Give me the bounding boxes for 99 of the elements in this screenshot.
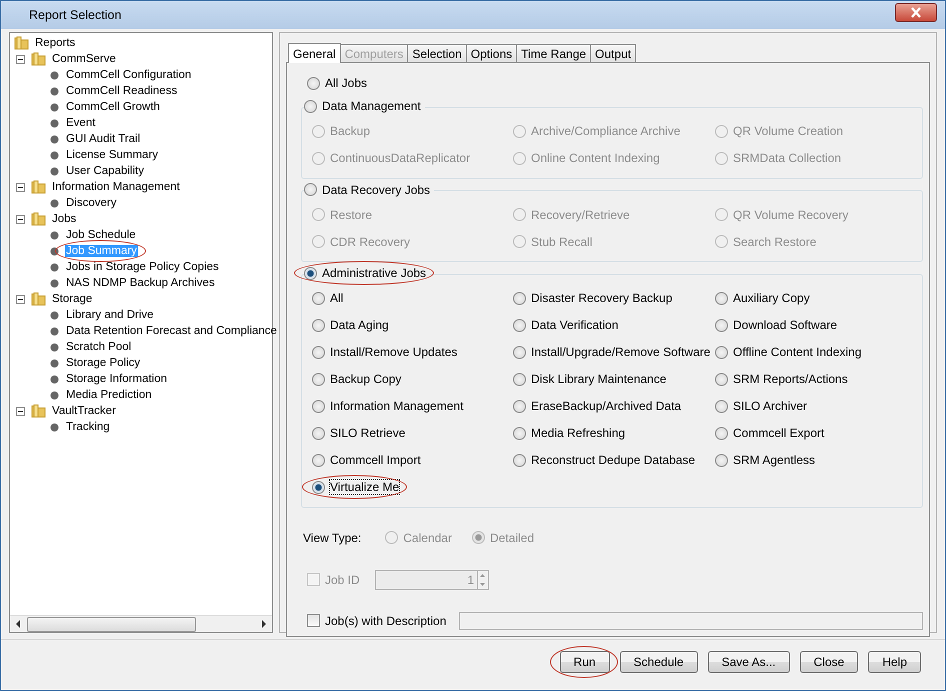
collapse-icon[interactable] — [16, 406, 25, 416]
description-field[interactable] — [459, 612, 923, 630]
collapse-icon[interactable] — [16, 214, 25, 224]
tab[interactable]: General — [288, 43, 341, 63]
tree-item[interactable]: Media Prediction — [65, 389, 153, 401]
report-bullet-icon — [50, 342, 59, 352]
radio-option[interactable]: All Jobs — [307, 76, 368, 90]
radio-option[interactable]: Download Software — [715, 318, 838, 332]
radio-option[interactable]: Data Verification — [513, 318, 618, 332]
tree-item[interactable]: GUI Audit Trail — [65, 133, 142, 145]
folder-icon — [31, 211, 47, 227]
radio-option[interactable]: Information Management — [312, 399, 464, 413]
report-bullet-icon — [50, 326, 59, 336]
dialog-button[interactable]: Run — [560, 651, 610, 673]
report-bullet-icon — [50, 422, 59, 432]
radio-option[interactable]: Install/Remove Updates — [312, 345, 458, 359]
tree-item[interactable]: Data Retention Forecast and Compliance — [65, 325, 278, 337]
annotation-ellipse — [550, 646, 618, 678]
report-bullet-icon — [50, 262, 59, 272]
folder-icon — [31, 291, 47, 307]
tree-item[interactable]: Scratch Pool — [65, 341, 132, 353]
report-bullet-icon — [50, 358, 59, 368]
radio-option[interactable]: Commcell Export — [715, 426, 824, 440]
radio-option[interactable]: Offline Content Indexing — [715, 345, 862, 359]
tree-node[interactable]: Information Management — [51, 181, 181, 193]
tree-item[interactable]: User Capability — [65, 165, 145, 177]
report-bullet-icon — [50, 166, 59, 176]
report-bullet-icon — [50, 70, 59, 80]
tree-node[interactable]: VaultTracker — [51, 405, 117, 417]
dialog-button[interactable]: Help — [868, 651, 921, 673]
tree-node[interactable]: Jobs — [51, 213, 78, 225]
dialog-button[interactable]: Close — [800, 651, 858, 673]
radio-option[interactable]: Disk Library Maintenance — [513, 372, 666, 386]
tree-item[interactable]: License Summary — [65, 149, 160, 161]
tab[interactable]: Time Range — [516, 44, 592, 62]
tree-node[interactable]: CommServe — [51, 53, 117, 65]
tree-item[interactable]: CommCell Configuration — [65, 69, 192, 81]
report-bullet-icon — [50, 246, 59, 256]
report-bullet-icon — [50, 150, 59, 160]
report-bullet-icon — [50, 134, 59, 144]
tree-item[interactable]: Tracking — [65, 421, 111, 433]
tab[interactable]: Selection — [407, 44, 467, 62]
window-title: Report Selection — [29, 8, 122, 22]
radio-option[interactable]: Disaster Recovery Backup — [513, 291, 672, 305]
checkbox-option[interactable]: Job(s) with Description — [307, 614, 459, 628]
horizontal-scrollbar[interactable] — [10, 615, 272, 632]
radio-option[interactable]: Backup Copy — [312, 372, 402, 386]
tree-item[interactable]: Library and Drive — [65, 309, 155, 321]
radio-option[interactable]: Reconstruct Dedupe Database — [513, 453, 696, 467]
radio-option[interactable]: Commcell Import — [312, 453, 421, 467]
tab[interactable]: Options — [466, 44, 518, 62]
report-bullet-icon — [50, 198, 59, 208]
radio-option[interactable]: Media Refreshing — [513, 426, 626, 440]
tree-node[interactable]: Reports — [34, 37, 76, 49]
radio-option[interactable]: SILO Archiver — [715, 399, 808, 413]
dialog-button[interactable]: Schedule — [620, 651, 698, 673]
radio-option[interactable]: SRM Agentless — [715, 453, 816, 467]
tree-item[interactable]: CommCell Readiness — [65, 85, 178, 97]
radio-option[interactable]: Virtualize Me — [312, 480, 400, 494]
dialog-button[interactable]: Save As... — [708, 651, 790, 673]
tab[interactable]: Output — [590, 44, 636, 62]
report-bullet-icon — [50, 310, 59, 320]
tree-item[interactable]: Storage Policy — [65, 357, 142, 369]
report-bullet-icon — [50, 230, 59, 240]
scroll-thumb[interactable] — [27, 616, 196, 632]
close-button[interactable] — [895, 2, 937, 22]
folder-icon — [14, 35, 30, 51]
radio-option[interactable]: Data Management — [304, 99, 421, 113]
radio-option[interactable]: Administrative Jobs — [304, 266, 426, 280]
tree-item[interactable]: Jobs in Storage Policy Copies — [65, 261, 220, 273]
tree-item[interactable]: Storage Information — [65, 373, 168, 385]
tree-item[interactable]: CommCell Growth — [65, 101, 161, 113]
collapse-icon[interactable] — [16, 294, 25, 304]
tree-item[interactable]: Discovery — [65, 197, 118, 209]
report-bullet-icon — [50, 86, 59, 96]
folder-icon — [31, 51, 47, 67]
radio-option[interactable]: Auxiliary Copy — [715, 291, 810, 305]
radio-option[interactable]: All — [312, 291, 344, 305]
report-bullet-icon — [50, 390, 59, 400]
field-label: View Type: — [303, 530, 362, 544]
radio-option[interactable]: Install/Upgrade/Remove Software — [513, 345, 710, 359]
tree-node[interactable]: Storage — [51, 293, 94, 305]
tree-item[interactable]: Event — [65, 117, 96, 129]
radio-option[interactable]: SRM Reports/Actions — [715, 372, 848, 386]
collapse-icon[interactable] — [16, 54, 25, 64]
tree-item[interactable]: Job Schedule — [65, 229, 137, 241]
report-bullet-icon — [50, 118, 59, 128]
folder-icon — [31, 403, 47, 419]
folder-icon — [31, 179, 47, 195]
close-icon — [910, 6, 922, 18]
report-bullet-icon — [50, 374, 59, 384]
radio-option[interactable]: SILO Retrieve — [312, 426, 406, 440]
report-bullet-icon — [50, 102, 59, 112]
report-bullet-icon — [50, 278, 59, 288]
radio-option[interactable]: EraseBackup/Archived Data — [513, 399, 682, 413]
tree-item[interactable]: NAS NDMP Backup Archives — [65, 277, 216, 289]
collapse-icon[interactable] — [16, 182, 25, 192]
radio-option[interactable]: Data Aging — [312, 318, 389, 332]
radio-option[interactable]: Data Recovery Jobs — [304, 182, 430, 196]
